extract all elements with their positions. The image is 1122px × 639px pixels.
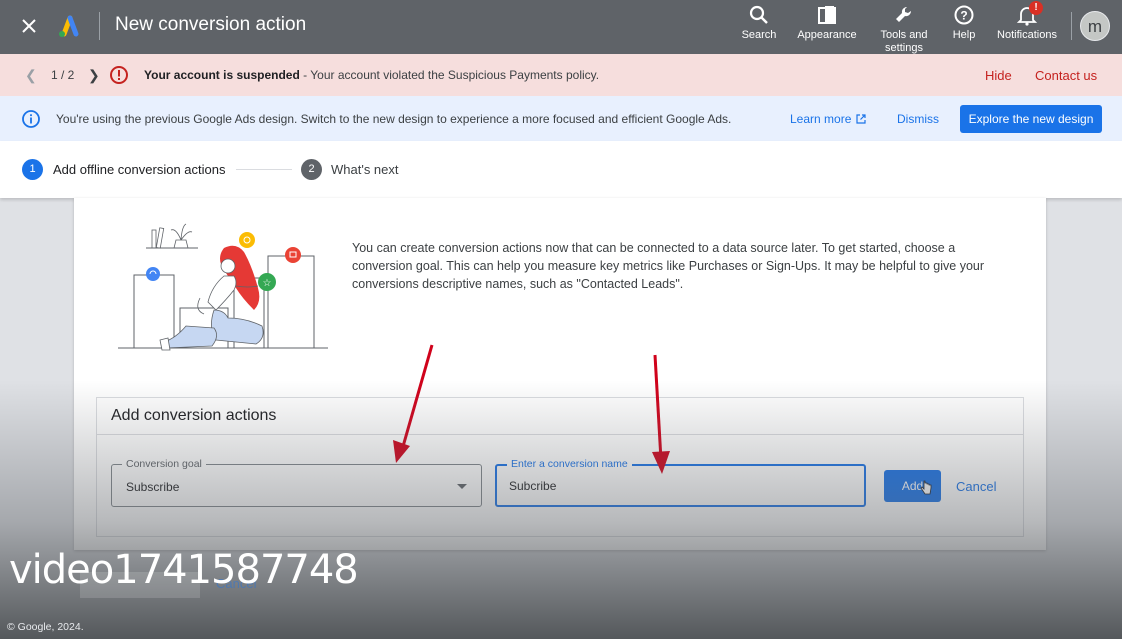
learn-more-label: Learn more [790,112,852,126]
step-1-number: 1 [22,159,43,180]
help-label: Help [952,29,976,41]
divider [1071,12,1072,40]
appearance-button[interactable]: Appearance [795,4,859,42]
appearance-label: Appearance [797,29,857,41]
conversion-goal-select[interactable]: Conversion goal Subscribe [111,458,482,507]
account-avatar[interactable]: m [1080,11,1110,41]
notification-badge: ! [1029,1,1043,15]
add-conversion-actions-panel: Add conversion actions Conversion goal S… [96,397,1024,537]
notifications-label: Notifications [997,29,1057,41]
intro-description: You can create conversion actions now th… [352,241,985,291]
tools-label-line1: Tools and [880,29,928,41]
design-banner-message: You're using the previous Google Ads des… [56,112,732,126]
panel-header: Add conversion actions [97,398,1023,435]
appearance-icon [818,6,836,24]
external-link-icon [856,114,866,124]
step-connector [236,169,292,170]
conversion-card: ☆ You can create conversion actions now … [74,198,1046,550]
chevron-right-icon[interactable]: ❯ [88,67,100,84]
learn-more-link[interactable]: Learn more [790,112,866,126]
suspended-message: Your account is suspended - Your account… [144,68,599,82]
step-2-label: What's next [331,162,399,177]
hand-cursor-icon [920,480,932,495]
notifications-button[interactable]: ! Notifications [990,1,1064,42]
search-label: Search [741,29,777,41]
tools-and-settings-button[interactable]: Tools and settings [875,4,933,55]
conversion-goal-value: Subscribe [126,480,180,494]
new-design-banner: You're using the previous Google Ads des… [0,96,1122,141]
search-icon [749,5,768,24]
page-title: New conversion action [115,14,307,35]
top-app-bar: New conversion action Search Appearance … [0,0,1122,54]
help-icon: ? [954,5,974,25]
wrench-icon [896,6,912,22]
svg-text:☆: ☆ [263,278,272,289]
panel-title: Add conversion actions [111,407,277,424]
help-button[interactable]: ? Help [946,4,982,42]
suspended-title: Your account is suspended [144,68,300,82]
contact-us-button[interactable]: Contact us [1035,68,1097,83]
step-2-number: 2 [301,159,322,180]
stepper: 1 Add offline conversion actions 2 What'… [0,141,1122,198]
svg-text:?: ? [960,9,967,23]
hide-button[interactable]: Hide [985,68,1012,83]
banner-pager: 1 / 2 [51,68,75,82]
cancel-button[interactable]: Cancel [956,479,996,494]
step-1-label: Add offline conversion actions [53,162,226,177]
google-ads-logo-icon [55,13,81,39]
conversion-name-field: Enter a conversion name [495,458,866,507]
chevron-left-icon[interactable]: ❮ [25,67,37,84]
video-watermark: video1741587748 [9,547,359,593]
copyright-footer: © Google, 2024. [7,621,84,633]
conversion-name-label: Enter a conversion name [507,458,632,470]
search-button[interactable]: Search [737,4,781,42]
add-button[interactable]: Add [884,470,941,502]
dismiss-button[interactable]: Dismiss [897,112,939,126]
alert-icon [110,66,128,84]
close-icon[interactable] [16,13,42,39]
dropdown-arrow-icon [457,484,467,489]
conversion-goal-label: Conversion goal [122,458,206,470]
explore-new-design-button[interactable]: Explore the new design [960,105,1102,133]
account-suspended-banner: ❮ 1 / 2 ❯ Your account is suspended - Yo… [0,54,1122,96]
divider [99,12,100,40]
suspended-detail: - Your account violated the Suspicious P… [299,68,600,82]
conversion-name-input[interactable] [509,479,849,493]
info-icon [22,110,40,128]
woman-with-icons-illustration: ☆ [118,223,328,351]
